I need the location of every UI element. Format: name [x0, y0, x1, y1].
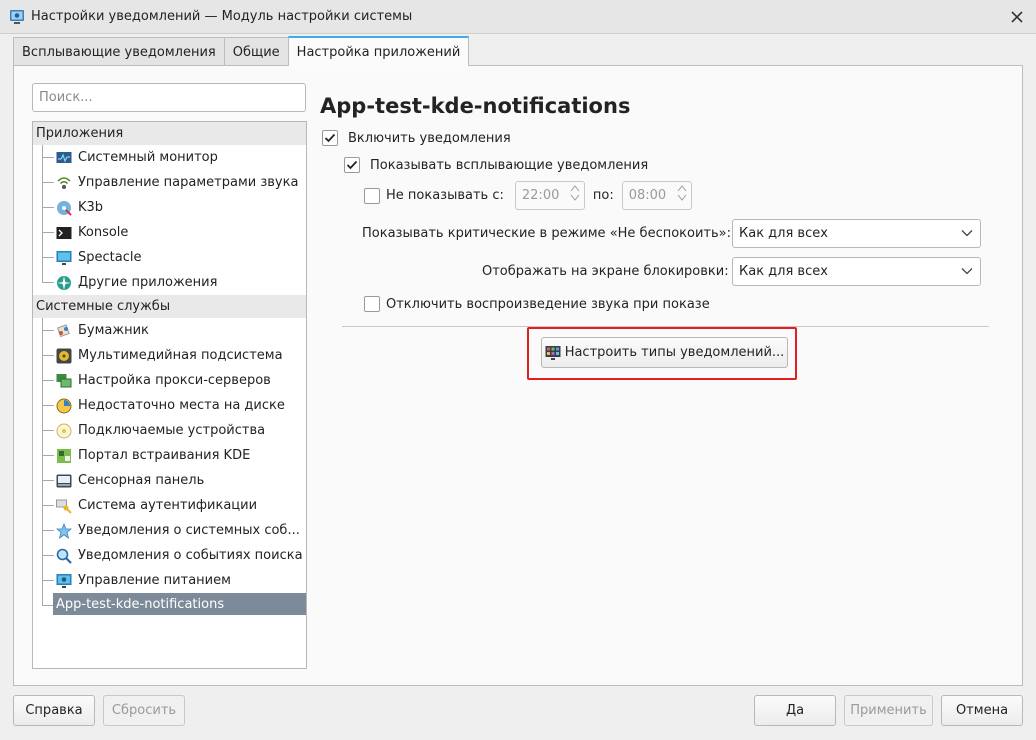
quiet-from-spinbox[interactable]: 22:00	[514, 181, 585, 210]
notification-types-icon	[545, 345, 561, 360]
quiet-from-label: Не показывать с:	[386, 188, 504, 203]
ok-button[interactable]: Да	[754, 695, 836, 726]
sidebar-item-proxy[interactable]: Настройка прокси-серверов	[33, 368, 306, 393]
checkmark-icon	[324, 133, 336, 143]
sidebar-item-system-monitor[interactable]: Системный монитор	[33, 145, 306, 170]
sidebar-item-wallet[interactable]: Бумажник	[33, 318, 306, 343]
multimedia-icon	[56, 348, 72, 363]
sidebar-item-kde-portal[interactable]: Портал встраивания KDE	[33, 443, 306, 468]
authentication-icon	[56, 499, 72, 514]
quiet-to-label: по:	[592, 188, 614, 203]
checkmark-icon	[346, 160, 358, 170]
close-icon	[1011, 11, 1023, 23]
chevron-down-icon	[961, 230, 973, 237]
chevron-down-icon	[961, 268, 973, 275]
sidebar-item-other-apps[interactable]: Другие приложения	[33, 270, 306, 295]
tab-bar: Всплывающие уведомления Общие Настройка …	[13, 36, 470, 66]
system-events-icon	[56, 522, 72, 539]
sidebar-item-devices[interactable]: Подключаемые устройства	[33, 418, 306, 443]
enable-notifications-checkbox[interactable]	[322, 130, 338, 146]
mute-sound-label: Отключить воспроизведение звука при пока…	[386, 296, 710, 312]
sidebar-item-spectacle[interactable]: Spectacle	[33, 245, 306, 270]
close-window-button[interactable]	[1008, 8, 1026, 26]
sidebar-item-label: App-test-kde-notifications	[53, 593, 306, 615]
sidebar-item-multimedia[interactable]: Мультимедийная подсистема	[33, 343, 306, 368]
popup-row: Показывать всплывающие уведомления	[344, 157, 648, 173]
devices-icon	[56, 423, 72, 438]
group-header-applications[interactable]: Приложения	[33, 122, 306, 145]
audio-settings-icon	[57, 176, 71, 189]
system-settings-icon	[10, 9, 24, 24]
apply-button[interactable]: Применить	[844, 695, 933, 726]
enable-notifications-row: Включить уведомления	[322, 130, 511, 146]
cancel-button[interactable]: Отмена	[941, 695, 1023, 726]
sidebar-item-touchpad[interactable]: Сенсорная панель	[33, 468, 306, 493]
sidebar-item-app-test[interactable]: App-test-kde-notifications	[33, 593, 306, 618]
tab-app-settings[interactable]: Настройка приложений	[287, 36, 470, 66]
sidebar-item-authentication[interactable]: Система аутентификации	[33, 493, 306, 518]
quiet-hours-checkbox[interactable]	[364, 187, 380, 204]
search-events-icon	[56, 548, 72, 564]
show-popups-label: Показывать всплывающие уведомления	[370, 157, 649, 173]
page-title: App-test-kde-notifications	[320, 94, 631, 118]
app-list: Приложения Системный монитор Управление …	[32, 121, 307, 669]
chevron-up-icon[interactable]	[677, 185, 687, 192]
search-input[interactable]	[32, 83, 306, 112]
mute-sound-checkbox[interactable]	[364, 296, 380, 312]
sidebar-item-audio[interactable]: Управление параметрами звука	[33, 170, 306, 195]
kde-portal-icon	[57, 448, 71, 463]
group-header-system-services[interactable]: Системные службы	[33, 295, 306, 318]
sidebar-item-search-events[interactable]: Уведомления о событиях поиска	[33, 543, 306, 568]
terminal-icon	[56, 226, 72, 239]
sidebar-item-disk-space[interactable]: Недостаточно места на диске	[33, 393, 306, 418]
quiet-to-spinbox[interactable]: 08:00	[621, 181, 692, 210]
chevron-up-icon[interactable]	[570, 185, 580, 192]
sidebar-item-power[interactable]: Управление питанием	[33, 568, 306, 593]
reset-button[interactable]: Сбросить	[103, 695, 185, 726]
sidebar-item-k3b[interactable]: K3b	[33, 195, 306, 220]
chevron-down-icon[interactable]	[677, 194, 687, 201]
disk-space-icon	[56, 398, 72, 413]
proxy-icon	[56, 373, 72, 387]
show-popups-checkbox[interactable]	[344, 157, 360, 173]
chevron-down-icon[interactable]	[570, 194, 580, 201]
k3b-icon	[57, 200, 72, 216]
lockscreen-combobox[interactable]: Как для всех	[732, 257, 981, 286]
window-title: Настройки уведомлений — Модуль настройки…	[31, 9, 413, 24]
quiet-hours-row: Не показывать с: 22:00 по: 08:00	[364, 181, 692, 210]
mute-sound-row: Отключить воспроизведение звука при пока…	[364, 296, 710, 312]
sidebar-item-konsole[interactable]: Konsole	[33, 220, 306, 245]
touchpad-icon	[56, 474, 72, 487]
tab-popups[interactable]: Всплывающие уведомления	[13, 37, 225, 66]
spectacle-icon	[56, 250, 72, 265]
lockscreen-label: Отображать на экране блокировки:	[482, 264, 729, 279]
tab-panel: Приложения Системный монитор Управление …	[13, 65, 1023, 686]
dnd-label: Показывать критические в режиме «Не бесп…	[362, 226, 731, 241]
dnd-combobox[interactable]: Как для всех	[732, 219, 981, 248]
sidebar-item-system-events[interactable]: Уведомления о системных соб...	[33, 518, 306, 543]
other-apps-icon	[57, 275, 71, 290]
tab-general[interactable]: Общие	[223, 37, 289, 66]
wallet-icon	[56, 323, 70, 337]
power-icon	[56, 573, 72, 588]
configure-events-button[interactable]: Настроить типы уведомлений...	[541, 337, 788, 368]
system-monitor-icon	[56, 151, 72, 163]
title-bar: Настройки уведомлений — Модуль настройки…	[0, 0, 1036, 34]
enable-notifications-label: Включить уведомления	[348, 130, 511, 146]
help-button[interactable]: Справка	[13, 695, 95, 726]
